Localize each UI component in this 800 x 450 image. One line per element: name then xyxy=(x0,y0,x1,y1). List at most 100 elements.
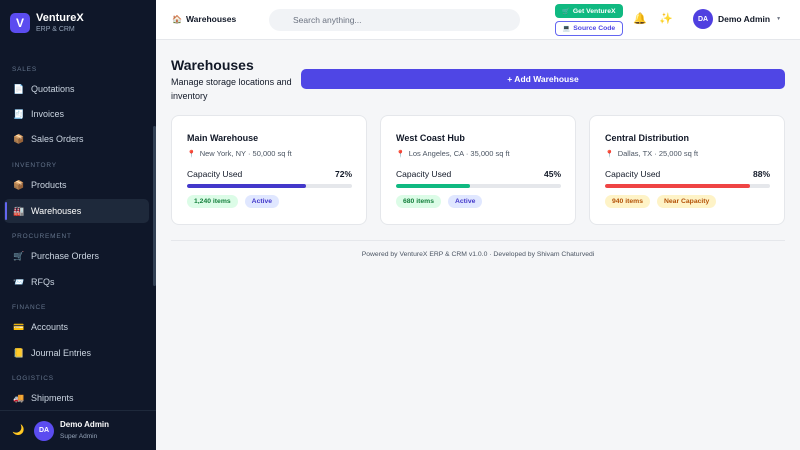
warehouse-name: West Coast Hub xyxy=(396,133,465,143)
sidebar-item-products[interactable]: 📦 Products xyxy=(4,173,149,197)
sidebar-item-warehouses[interactable]: 🏭 Warehouses xyxy=(4,199,149,223)
user-name: Demo Admin xyxy=(60,420,110,429)
warehouse-location: 📍 Los Angeles, CA · 35,000 sq ft xyxy=(396,149,510,158)
items-badge: 680 items xyxy=(396,195,441,208)
brand-name: VentureX xyxy=(36,12,84,24)
sidebar-user-panel[interactable]: 🌙 DA Demo Admin Super Admin xyxy=(0,410,156,450)
invoice-icon: 🧾 xyxy=(13,109,25,119)
breadcrumb: 🏠 Warehouses xyxy=(172,14,236,24)
source-code-button[interactable]: 💻 Source Code xyxy=(555,21,623,36)
mail-icon: 📨 xyxy=(13,277,25,287)
add-warehouse-button[interactable]: + Add Warehouse xyxy=(301,69,785,89)
breadcrumb-label: Warehouses xyxy=(185,14,237,24)
capacity-bar xyxy=(396,184,561,188)
warehouse-card[interactable]: West Coast Hub 📍 Los Angeles, CA · 35,00… xyxy=(380,115,576,225)
capacity-label: Capacity Used xyxy=(396,169,452,179)
package-icon: 📦 xyxy=(13,180,25,190)
location-text: Los Angeles, CA · 35,000 sq ft xyxy=(408,149,510,158)
logo-icon: V xyxy=(10,13,30,33)
warehouse-location: 📍 New York, NY · 50,000 sq ft xyxy=(187,149,292,158)
truck-icon: 🚚 xyxy=(13,393,25,403)
location-text: New York, NY · 50,000 sq ft xyxy=(199,149,292,158)
user-role: Super Admin xyxy=(60,433,98,440)
sidebar-item-label: Accounts xyxy=(31,322,69,332)
cart-icon: 🛒 xyxy=(562,8,570,15)
sidebar-item-label: Warehouses xyxy=(31,206,82,216)
moon-icon[interactable]: 🌙 xyxy=(12,425,24,436)
factory-icon: 🏭 xyxy=(13,206,25,216)
capacity-label: Capacity Used xyxy=(605,169,661,179)
pin-icon: 📍 xyxy=(187,150,196,158)
top-bar: 🏠 Warehouses 🛒 Get VentureX 💻 Source Cod… xyxy=(156,0,800,40)
box-icon: 📦 xyxy=(13,134,25,144)
user-name: Demo Admin xyxy=(718,14,771,24)
sidebar-item-label: Journal Entries xyxy=(31,348,92,358)
warehouse-card[interactable]: Central Distribution 📍 Dallas, TX · 25,0… xyxy=(589,115,785,225)
sidebar-item-label: Shipments xyxy=(31,393,74,403)
status-badge: Near Capacity xyxy=(656,195,717,208)
cart-icon: 🛒 xyxy=(13,251,25,261)
capacity-bar xyxy=(187,184,352,188)
sidebar-item-accounts[interactable]: 💳 Accounts xyxy=(4,315,149,339)
card-icon: 💳 xyxy=(13,322,25,332)
sidebar-item-shipments[interactable]: 🚚 Shipments xyxy=(4,386,149,410)
user-menu[interactable]: DA Demo Admin ▼ xyxy=(693,9,781,29)
sidebar-item-journal-entries[interactable]: 📒 Journal Entries xyxy=(4,341,149,365)
section-inventory: INVENTORY xyxy=(12,162,57,169)
capacity-percent: 45% xyxy=(543,169,561,179)
items-badge: 940 items xyxy=(605,195,650,208)
capacity-bar-fill xyxy=(396,184,471,188)
warehouse-name: Main Warehouse xyxy=(187,133,259,143)
warehouse-location: 📍 Dallas, TX · 25,000 sq ft xyxy=(605,149,698,158)
capacity-percent: 88% xyxy=(752,169,770,179)
items-badge: 1,240 items xyxy=(187,195,238,208)
capacity-percent: 72% xyxy=(334,169,352,179)
warehouse-name: Central Distribution xyxy=(605,133,690,143)
capacity-bar-fill xyxy=(605,184,751,188)
pin-icon: 📍 xyxy=(396,150,405,158)
avatar: DA xyxy=(693,9,713,29)
sidebar-item-label: Products xyxy=(31,180,67,190)
status-badge: Active xyxy=(244,195,280,208)
sidebar-item-purchase-orders[interactable]: 🛒 Purchase Orders xyxy=(4,244,149,268)
capacity-label: Capacity Used xyxy=(187,169,243,179)
section-finance: FINANCE xyxy=(12,304,47,311)
page-footer: Powered by VentureX ERP & CRM v1.0.0 · D… xyxy=(361,251,595,258)
document-icon: 📄 xyxy=(13,84,25,94)
section-procurement: PROCUREMENT xyxy=(12,233,72,240)
page-subtitle: Manage storage locations and inventory xyxy=(171,77,292,101)
section-logistics: LOGISTICS xyxy=(12,375,54,382)
capacity-bar xyxy=(605,184,770,188)
section-sales: SALES xyxy=(12,66,37,73)
search-input[interactable] xyxy=(269,9,520,31)
get-venturex-button[interactable]: 🛒 Get VentureX xyxy=(555,4,623,18)
warehouse-card[interactable]: Main Warehouse 📍 New York, NY · 50,000 s… xyxy=(171,115,367,225)
get-venturex-label: Get VentureX xyxy=(572,7,616,15)
sidebar-item-invoices[interactable]: 🧾 Invoices xyxy=(4,102,149,126)
status-badge: Active xyxy=(447,195,483,208)
brand[interactable]: V VentureX ERP & CRM xyxy=(0,0,156,46)
capacity-bar-fill xyxy=(187,184,306,188)
bell-icon[interactable]: 🔔 xyxy=(633,12,647,25)
sidebar-item-quotations[interactable]: 📄 Quotations xyxy=(4,77,149,101)
location-text: Dallas, TX · 25,000 sq ft xyxy=(617,149,699,158)
chevron-down-icon: ▼ xyxy=(776,16,782,22)
divider xyxy=(171,240,785,241)
sidebar-item-label: Sales Orders xyxy=(31,134,84,144)
brand-subtitle: ERP & CRM xyxy=(36,26,75,33)
journal-icon: 📒 xyxy=(13,348,25,358)
sidebar-item-rfqs[interactable]: 📨 RFQs xyxy=(4,270,149,294)
sidebar-item-label: Purchase Orders xyxy=(31,251,100,261)
avatar: DA xyxy=(34,420,54,441)
source-code-label: Source Code xyxy=(573,25,616,32)
sidebar-item-label: Quotations xyxy=(31,84,75,94)
home-icon: 🏠 xyxy=(172,14,182,24)
page-title: Warehouses xyxy=(171,57,254,73)
main-content: Warehouses Manage storage locations and … xyxy=(156,41,800,450)
sidebar-item-sales-orders[interactable]: 📦 Sales Orders xyxy=(4,127,149,151)
sidebar-item-label: RFQs xyxy=(31,277,55,287)
pin-icon: 📍 xyxy=(605,150,614,158)
sparkle-icon[interactable]: ✨ xyxy=(659,12,673,25)
sidebar-item-label: Invoices xyxy=(31,109,65,119)
sidebar: V VentureX ERP & CRM SALES 📄 Quotations … xyxy=(0,0,156,450)
